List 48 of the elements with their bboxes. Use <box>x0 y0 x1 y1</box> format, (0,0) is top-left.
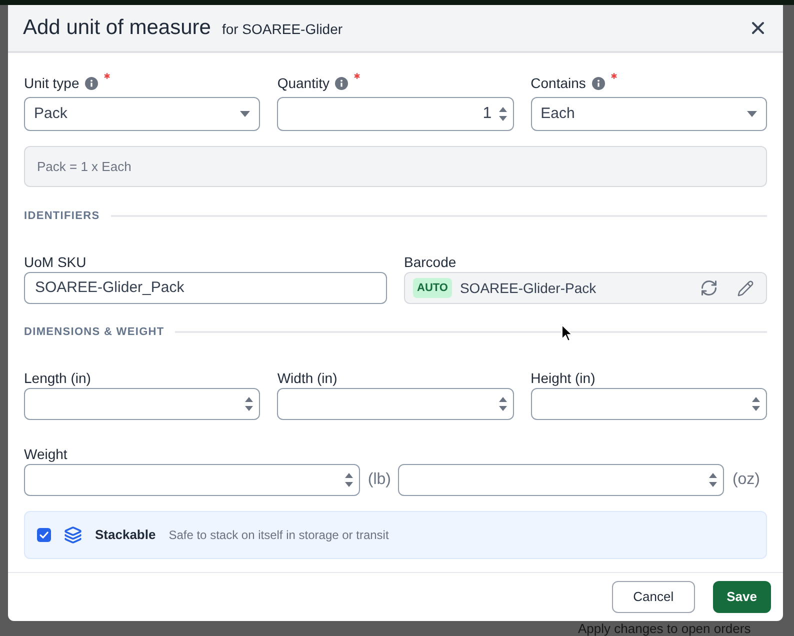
conversion-summary: Pack = 1 x Each <box>24 146 767 187</box>
field-label: UoM SKU <box>24 254 86 270</box>
info-icon[interactable] <box>335 77 348 90</box>
sku-input-field[interactable]: SOAREE-Glider_Pack <box>24 272 387 304</box>
stepper-arrows-icon[interactable] <box>498 106 507 122</box>
field-label: Weight <box>24 446 68 462</box>
select-field[interactable]: Each <box>530 97 767 131</box>
unit-label: (oz) <box>732 470 760 490</box>
background-option-text: Apply changes to open orders <box>578 621 751 636</box>
option-label: Stackable <box>95 526 156 544</box>
number-field[interactable]: 1 <box>277 97 514 131</box>
field-label: Barcode <box>404 254 456 270</box>
option-description: Safe to stack on itself in storage or transit <box>168 527 389 544</box>
stepper-arrows-icon[interactable] <box>344 472 353 488</box>
field-label: Quantity <box>277 75 330 92</box>
select-field[interactable]: Pack <box>24 97 260 131</box>
section-heading: DIMENSIONS & WEIGHT <box>24 325 164 339</box>
number-field[interactable] <box>277 388 514 420</box>
refresh-button[interactable] <box>700 279 718 297</box>
field-label: Height (in) <box>530 370 596 386</box>
cancel-button[interactable]: Cancel <box>612 581 695 613</box>
stepper-arrows-icon[interactable] <box>245 396 254 412</box>
number-field[interactable] <box>398 464 724 496</box>
field-label: Unit type <box>24 75 80 92</box>
barcode-value: SOAREE-Glider-Pack <box>460 278 596 298</box>
info-icon[interactable] <box>85 77 98 90</box>
section-heading: IDENTIFIERS <box>24 209 100 223</box>
stepper-arrows-icon[interactable] <box>709 472 718 488</box>
stepper-arrows-icon[interactable] <box>498 396 507 412</box>
caret-icon <box>746 111 757 117</box>
info-icon[interactable] <box>592 77 605 90</box>
field-label: Length (in) <box>24 370 91 386</box>
save-button[interactable]: Save <box>712 581 771 613</box>
stepper-arrows-icon[interactable] <box>752 396 760 412</box>
mouse-cursor-icon <box>561 324 573 342</box>
layers-icon <box>64 526 82 544</box>
dialog-title: Add unit of measure <box>23 15 211 42</box>
field-label: Contains <box>530 75 586 92</box>
caret-icon <box>240 111 250 117</box>
auto-badge: AUTO <box>413 278 452 298</box>
number-field[interactable] <box>24 464 360 496</box>
checkbox[interactable] <box>37 528 51 542</box>
number-field[interactable] <box>530 388 767 420</box>
field-label: Width (in) <box>277 370 338 386</box>
number-field[interactable] <box>24 388 260 420</box>
dialog-subtitle: for SOAREE-Glider <box>222 20 343 40</box>
unit-label: (lb) <box>368 470 391 490</box>
edit-button[interactable] <box>736 279 754 297</box>
